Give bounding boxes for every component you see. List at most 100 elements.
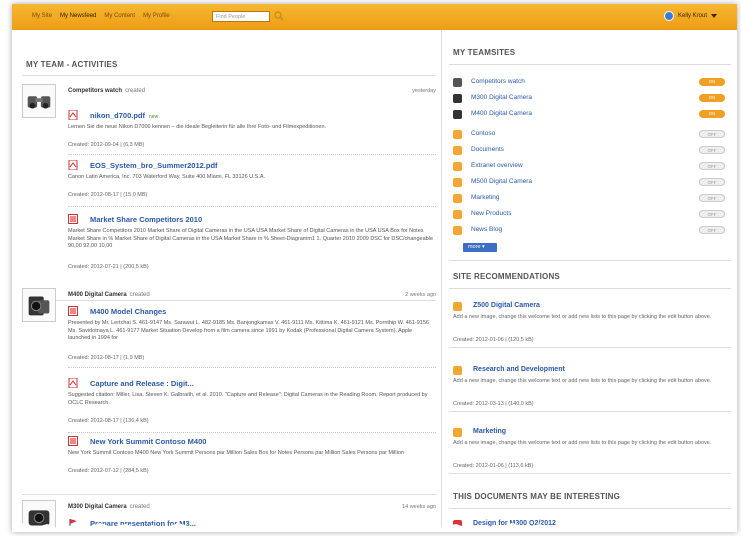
doc-meta: Created: 2012-07-12 | (284,5 kB): [68, 468, 149, 474]
group-title[interactable]: Competitors watch: [68, 88, 122, 94]
doc-title-text[interactable]: nikon_d700.pdf: [90, 111, 145, 120]
recommendation-title[interactable]: Marketing: [473, 428, 506, 435]
nav-my-content[interactable]: My Content: [104, 13, 135, 19]
group-time: yesterday: [412, 88, 436, 94]
teamsite-item[interactable]: Documents OFF: [453, 144, 725, 158]
teamsite-item[interactable]: M500 Digital Camera OFF: [453, 176, 725, 190]
binoculars-icon: [453, 78, 462, 87]
teamsite-label[interactable]: Documents: [471, 146, 504, 153]
divider: [449, 473, 731, 474]
doc-title[interactable]: New York Summit Contoso M400: [90, 437, 206, 446]
pdf-icon: [68, 110, 78, 120]
site-icon: [453, 428, 462, 437]
pdf-icon: [68, 160, 78, 170]
doc-title[interactable]: Capture and Release : Digit...: [90, 379, 194, 388]
divider: [449, 347, 731, 348]
user-name: Kelly Krout: [677, 13, 707, 19]
divider: [449, 411, 731, 412]
follow-toggle[interactable]: OFF: [699, 210, 725, 218]
divider: [68, 206, 436, 207]
teamsite-label[interactable]: M300 Digital Camera: [471, 94, 532, 101]
doc-meta: Created: 2012-08-17 | (1,9 MB): [68, 355, 145, 361]
activity-title: MY TEAM - ACTIVITIES: [26, 60, 118, 69]
site-icon: [453, 210, 462, 219]
teamsite-item[interactable]: Extranet overview OFF: [453, 160, 725, 174]
word-icon: [68, 306, 78, 316]
follow-toggle[interactable]: OFF: [699, 194, 725, 202]
group-time: 14 weeks ago: [402, 504, 436, 510]
follow-toggle[interactable]: ON: [699, 110, 725, 118]
follow-toggle[interactable]: ON: [699, 78, 725, 86]
recommendation-meta: Created: 2012-03-13 | (140,0 kB): [453, 401, 534, 407]
team-thumbnail[interactable]: [22, 288, 56, 322]
teamsite-item[interactable]: New Products OFF: [453, 208, 725, 222]
teamsite-item[interactable]: Competitors watch ON: [453, 76, 725, 90]
doc-title[interactable]: EOS_System_bro_Summer2012.pdf: [90, 161, 218, 170]
doc-description: Suggested citation: Miller, Lisa, Steven…: [68, 392, 428, 406]
doc-title[interactable]: nikon_d700.pdf new: [90, 111, 158, 120]
group-title[interactable]: M300 Digital Camera: [68, 504, 127, 510]
teamsite-label[interactable]: New Products: [471, 210, 511, 217]
divider: [68, 432, 436, 433]
follow-toggle[interactable]: ON: [699, 94, 725, 102]
new-badge: new: [149, 114, 159, 120]
teamsite-label[interactable]: Competitors watch: [471, 78, 525, 85]
site-icon: [453, 146, 462, 155]
user-menu[interactable]: Kelly Krout: [663, 11, 717, 21]
group-title[interactable]: M400 Digital Camera: [68, 292, 127, 298]
teamsite-item[interactable]: Marketing OFF: [453, 192, 725, 206]
doc-meta: Created: 2012-09-04 | (6,3 MB): [68, 142, 145, 148]
teamsite-label[interactable]: Extranet overview: [471, 162, 523, 169]
group-name: M300 Digital Camera created: [68, 504, 150, 510]
help-icon[interactable]: [663, 11, 674, 21]
doc-description: Market Share Competitors 2010 Market Sha…: [68, 228, 434, 249]
teamsite-label[interactable]: M400 Digital Camera: [471, 110, 532, 117]
teamsite-label[interactable]: M500 Digital Camera: [471, 178, 532, 185]
teamsite-label[interactable]: Contoso: [471, 130, 495, 137]
nav-my-site[interactable]: My Site: [32, 13, 52, 19]
doc-title[interactable]: M400 Model Changes: [90, 307, 166, 316]
recommendation-description: Add a new image, change this welcome tex…: [453, 440, 712, 446]
recommendation-description: Add a new image, change this welcome tex…: [453, 314, 712, 320]
doc-title[interactable]: Market Share Competitors 2010: [90, 215, 202, 224]
recommendation-title[interactable]: Z500 Digital Camera: [473, 302, 540, 309]
more-button[interactable]: more ▾: [463, 243, 497, 252]
teamsite-item[interactable]: M300 Digital Camera ON: [453, 92, 725, 106]
activity-group: Competitors watch created yesterday nikon…: [22, 84, 436, 302]
site-icon: [453, 366, 462, 375]
chevron-down-icon[interactable]: [711, 14, 717, 18]
doc-description: Presented by Mr. Lertchai S. 461-9147 Ms…: [68, 320, 429, 341]
follow-toggle[interactable]: OFF: [699, 162, 725, 170]
recommendations-title: SITE RECOMMENDATIONS: [453, 272, 560, 281]
group-name: Competitors watch created: [68, 88, 145, 94]
camera-icon: [453, 110, 462, 119]
recommendation-meta: Created: 2012-01-06 | (113,6 kB): [453, 463, 534, 469]
people-search-input[interactable]: Find People: [212, 11, 270, 22]
pdf-icon: [68, 378, 78, 388]
follow-toggle[interactable]: OFF: [699, 130, 725, 138]
nav-my-newsfeed[interactable]: My Newsfeed: [60, 13, 96, 19]
doc-meta: Created: 2012-08-17 | (136,4 kB): [68, 418, 149, 424]
follow-toggle[interactable]: OFF: [699, 226, 725, 234]
doc-meta: Created: 2012-08-17 | (15,0 MB): [68, 192, 148, 198]
teamsite-item[interactable]: News Blog OFF: [453, 224, 725, 238]
recommendation-title[interactable]: Research and Development: [473, 366, 565, 373]
site-icon: [453, 178, 462, 187]
divider: [68, 154, 436, 155]
teamsite-item[interactable]: M400 Digital Camera ON: [453, 108, 725, 122]
team-thumbnail[interactable]: [22, 84, 56, 118]
site-icon: [453, 130, 462, 139]
doc-description: Lernen Sie die neue Nikon D7000 kennen –…: [68, 124, 327, 130]
follow-toggle[interactable]: OFF: [699, 146, 725, 154]
teamsite-label[interactable]: Marketing: [471, 194, 500, 201]
torn-edge: [12, 523, 737, 532]
teamsite-item[interactable]: Contoso OFF: [453, 128, 725, 142]
activity-group: M400 Digital Camera created 2 weeks ago M…: [22, 288, 436, 508]
teamsites-title: MY TEAMSITES: [453, 48, 516, 57]
binoculars-icon: [27, 96, 51, 109]
nav-my-profile[interactable]: My Profile: [143, 13, 170, 19]
follow-toggle[interactable]: OFF: [699, 178, 725, 186]
divider: [22, 494, 436, 495]
teamsite-label[interactable]: News Blog: [471, 226, 502, 233]
search-icon[interactable]: [274, 11, 284, 21]
